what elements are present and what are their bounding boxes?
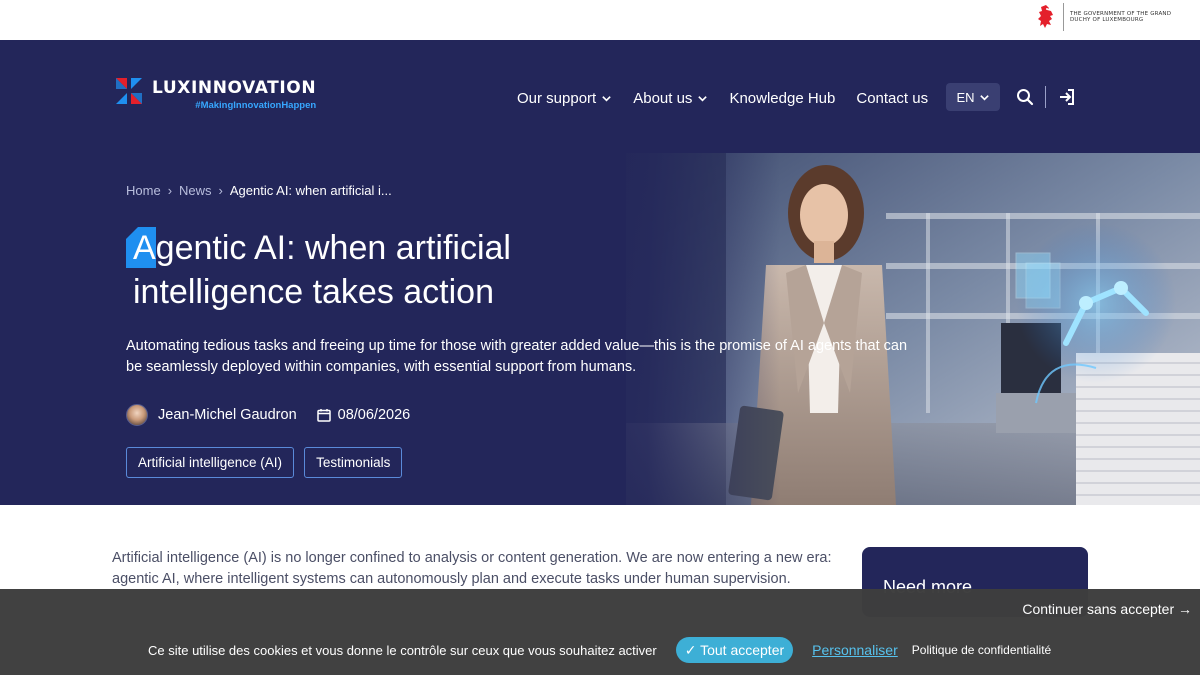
author-avatar: [126, 404, 148, 426]
login-icon[interactable]: [1058, 88, 1076, 106]
continue-without-accepting-link[interactable]: Continuer sans accepter →: [1022, 601, 1192, 617]
hero-image-fade: [560, 153, 780, 505]
breadcrumb-separator-icon: ›: [218, 183, 223, 198]
nav-item-knowledge-hub[interactable]: Knowledge Hub: [729, 90, 835, 107]
cookie-actions: Ce site utilise des cookies et vous donn…: [148, 637, 1051, 663]
article-meta: Jean-Michel Gaudron 08/06/2026: [126, 404, 410, 426]
breadcrumb-current: Agentic AI: when artificial i...: [229, 183, 392, 198]
brand-name: LUXINNOVATION: [152, 78, 317, 98]
government-logo[interactable]: THE GOVERNMENT OF THE GRAND DUCHY OF LUX…: [1037, 3, 1174, 31]
article-lead: Automating tedious tasks and freeing up …: [126, 338, 908, 375]
nav-item-label: Contact us: [856, 89, 929, 107]
language-label: EN: [956, 89, 975, 105]
luxinnovation-mark-icon: [116, 78, 142, 104]
logo-text-group: LUXINNOVATION #MakingInnovationHappen: [152, 76, 316, 111]
breadcrumb: Home › News › Agentic AI: when artificia…: [126, 183, 392, 198]
chevron-down-icon: [602, 95, 611, 102]
language-selector[interactable]: EN: [946, 83, 1000, 111]
breadcrumb-news[interactable]: News: [179, 183, 212, 198]
cookie-banner: Continuer sans accepter → Ce site utilis…: [0, 589, 1200, 675]
chevron-down-icon: [979, 94, 989, 101]
government-separator: [1063, 3, 1064, 31]
privacy-policy-link[interactable]: Politique de confidentialité: [912, 643, 1051, 657]
government-bar: THE GOVERNMENT OF THE GRAND DUCHY OF LUX…: [0, 0, 1200, 40]
brand-tagline: #MakingInnovationHappen: [195, 100, 317, 111]
personalize-link[interactable]: Personnaliser: [812, 642, 898, 658]
publish-date: 08/06/2026: [337, 407, 411, 423]
accept-all-button[interactable]: ✓ Tout accepter: [675, 637, 794, 663]
nav-item-contact-us[interactable]: Contact us: [856, 90, 928, 107]
article-tags: Artificial intelligence (AI) Testimonial…: [126, 447, 403, 478]
article-body-paragraph: Artificial intelligence (AI) is no longe…: [112, 550, 832, 587]
chevron-down-icon: [698, 95, 708, 102]
lion-emblem-icon: [1038, 5, 1053, 28]
nav-item-label: Knowledge Hub: [729, 89, 836, 107]
hero-banner: LUXINNOVATION #MakingInnovationHappen Ou…: [0, 40, 1200, 505]
nav-item-label: Our support: [517, 89, 597, 107]
page-title: Agentic AI: when artificial intelligence…: [133, 229, 511, 311]
nav-item-our-support[interactable]: Our support: [517, 90, 612, 107]
cookie-message: Ce site utilise des cookies et vous donn…: [148, 642, 657, 658]
government-text: THE GOVERNMENT OF THE GRAND DUCHY OF LUX…: [1070, 10, 1172, 24]
tag-testimonials[interactable]: Testimonials: [304, 447, 403, 478]
nav-item-label: About us: [633, 89, 693, 107]
breadcrumb-separator-icon: ›: [167, 183, 173, 198]
nav-item-about-us[interactable]: About us: [633, 90, 708, 107]
calendar-icon: [316, 409, 331, 422]
tag-artificial-intelligence[interactable]: Artificial intelligence (AI): [126, 447, 295, 478]
header-separator: [1045, 86, 1046, 108]
main-navigation: Our support About us Knowledge Hub Conta…: [517, 85, 949, 111]
breadcrumb-home[interactable]: Home: [126, 183, 161, 198]
author-name[interactable]: Jean-Michel Gaudron: [158, 407, 297, 423]
luxinnovation-logo[interactable]: LUXINNOVATION #MakingInnovationHappen: [114, 76, 316, 111]
search-icon[interactable]: [1016, 88, 1034, 106]
